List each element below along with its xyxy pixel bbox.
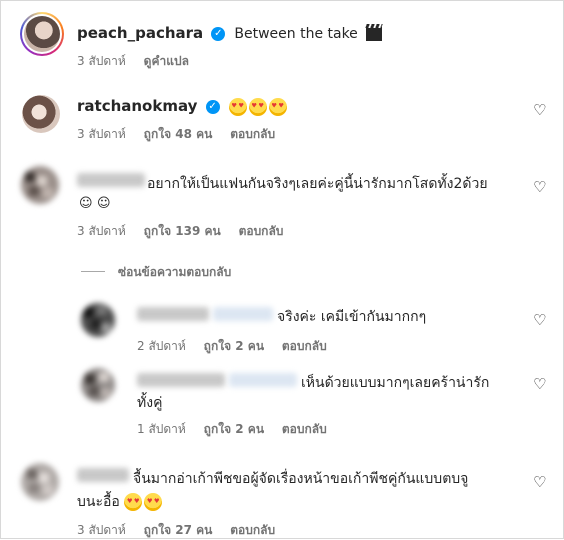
reply-time[interactable]: 1 สัปดาห์ (137, 422, 186, 436)
hide-replies-button[interactable]: ซ่อนข้อความตอบกลับ (118, 263, 231, 282)
reply-likes[interactable]: ถูกใจ 2 คน (204, 339, 264, 353)
replier-avatar[interactable] (81, 368, 115, 402)
heart-outline-icon[interactable]: ♡ (533, 473, 546, 491)
replier-avatar[interactable] (81, 303, 115, 337)
reply-text: จริงค่ะ เคมีเข้ากันมากกๆ (277, 309, 427, 325)
redacted-mention[interactable] (229, 373, 297, 387)
redacted-username[interactable] (137, 373, 225, 387)
comment-meta: 3 สัปดาห์ ถูกใจ 139 คน ตอบกลับ (77, 222, 297, 241)
reply-reply-button[interactable]: ตอบกลับ (282, 339, 327, 353)
reply-likes[interactable]: ถูกใจ 2 คน (204, 422, 264, 436)
reply-text-continued: ทั้งคู่ (137, 395, 163, 411)
comment-emojis: ☺ ☺ (79, 195, 111, 211)
heart-eyes-emoji-icon (268, 97, 287, 116)
comment-meta: 3 สัปดาห์ ถูกใจ 48 คน ตอบกลับ (77, 125, 289, 144)
post-caption-row: peach_pachara ✓ Between the take (77, 23, 382, 42)
heart-eyes-emoji-icon (144, 493, 163, 511)
reply-reply-button[interactable]: ตอบกลับ (282, 422, 327, 436)
heart-outline-icon[interactable]: ♡ (533, 101, 546, 119)
reply-text: เห็นด้วยแบบมากๆเลยคร้าน่ารัก (301, 375, 490, 391)
comment-emojis (228, 96, 289, 116)
comment-likes[interactable]: ถูกใจ 139 คน (144, 224, 221, 238)
comment-reply-button[interactable]: ตอบกลับ (230, 127, 275, 141)
clapper-board-emoji-icon (365, 26, 382, 41)
see-translation-link[interactable]: ดูคำแปล (144, 54, 189, 68)
comment-time[interactable]: 3 สัปดาห์ (77, 523, 126, 537)
post-meta: 3 สัปดาห์ ดูคำแปล (77, 52, 203, 71)
comment-text: จื้นมากอ่าเก้าพีชขอผู้จัดเรื่องหน้าขอเก้… (133, 471, 469, 487)
heart-eyes-emoji-icon (124, 493, 143, 511)
comment-reply-button[interactable]: ตอบกลับ (239, 224, 284, 238)
post-time[interactable]: 3 สัปดาห์ (77, 54, 126, 68)
heart-eyes-emoji-icon (248, 97, 267, 116)
commenter-avatar[interactable] (22, 95, 60, 133)
verified-badge-icon: ✓ (211, 26, 226, 41)
comment-likes[interactable]: ถูกใจ 27 คน (144, 523, 213, 537)
commenter-avatar[interactable] (21, 463, 59, 501)
comment-time[interactable]: 3 สัปดาห์ (77, 224, 126, 238)
post-caption: Between the take (234, 26, 358, 42)
comment-time[interactable]: 3 สัปดาห์ (77, 127, 126, 141)
comment-username[interactable]: ratchanokmay (77, 97, 197, 115)
heart-outline-icon[interactable]: ♡ (533, 178, 546, 196)
reply-meta: 2 สัปดาห์ ถูกใจ 2 คน ตอบกลับ (137, 337, 341, 356)
redacted-username[interactable] (77, 468, 129, 482)
heart-eyes-emoji-icon (228, 97, 247, 116)
post-author-avatar[interactable] (20, 12, 64, 56)
comment-meta: 3 สัปดาห์ ถูกใจ 27 คน ตอบกลับ (77, 521, 289, 540)
comment-likes[interactable]: ถูกใจ 48 คน (144, 127, 213, 141)
redacted-mention[interactable] (213, 307, 273, 321)
comment-text-continued-row: บนะอื้อ (77, 491, 164, 513)
redacted-username[interactable] (137, 307, 209, 321)
commenter-avatar[interactable] (21, 166, 59, 204)
post-author-username[interactable]: peach_pachara (77, 24, 203, 42)
verified-badge-icon: ✓ (205, 99, 220, 114)
heart-outline-icon[interactable]: ♡ (533, 311, 546, 329)
smiling-face-emoji-icon: ☺ (79, 196, 93, 211)
redacted-username[interactable] (77, 173, 145, 187)
comment-reply-button[interactable]: ตอบกลับ (230, 523, 275, 537)
heart-outline-icon[interactable]: ♡ (533, 375, 546, 393)
comment-text-continued: บนะอื้อ (77, 494, 120, 510)
smiling-face-emoji-icon: ☺ (97, 196, 111, 211)
comment-text: อยากให้เป็นแฟนกันจริงๆเลยค่ะคู่นี้น่ารัก… (147, 176, 488, 192)
reply-time[interactable]: 2 สัปดาห์ (137, 339, 186, 353)
comment-row: ratchanokmay ✓ (77, 96, 289, 116)
reply-meta: 1 สัปดาห์ ถูกใจ 2 คน ตอบกลับ (137, 420, 341, 439)
replies-divider (81, 271, 105, 272)
